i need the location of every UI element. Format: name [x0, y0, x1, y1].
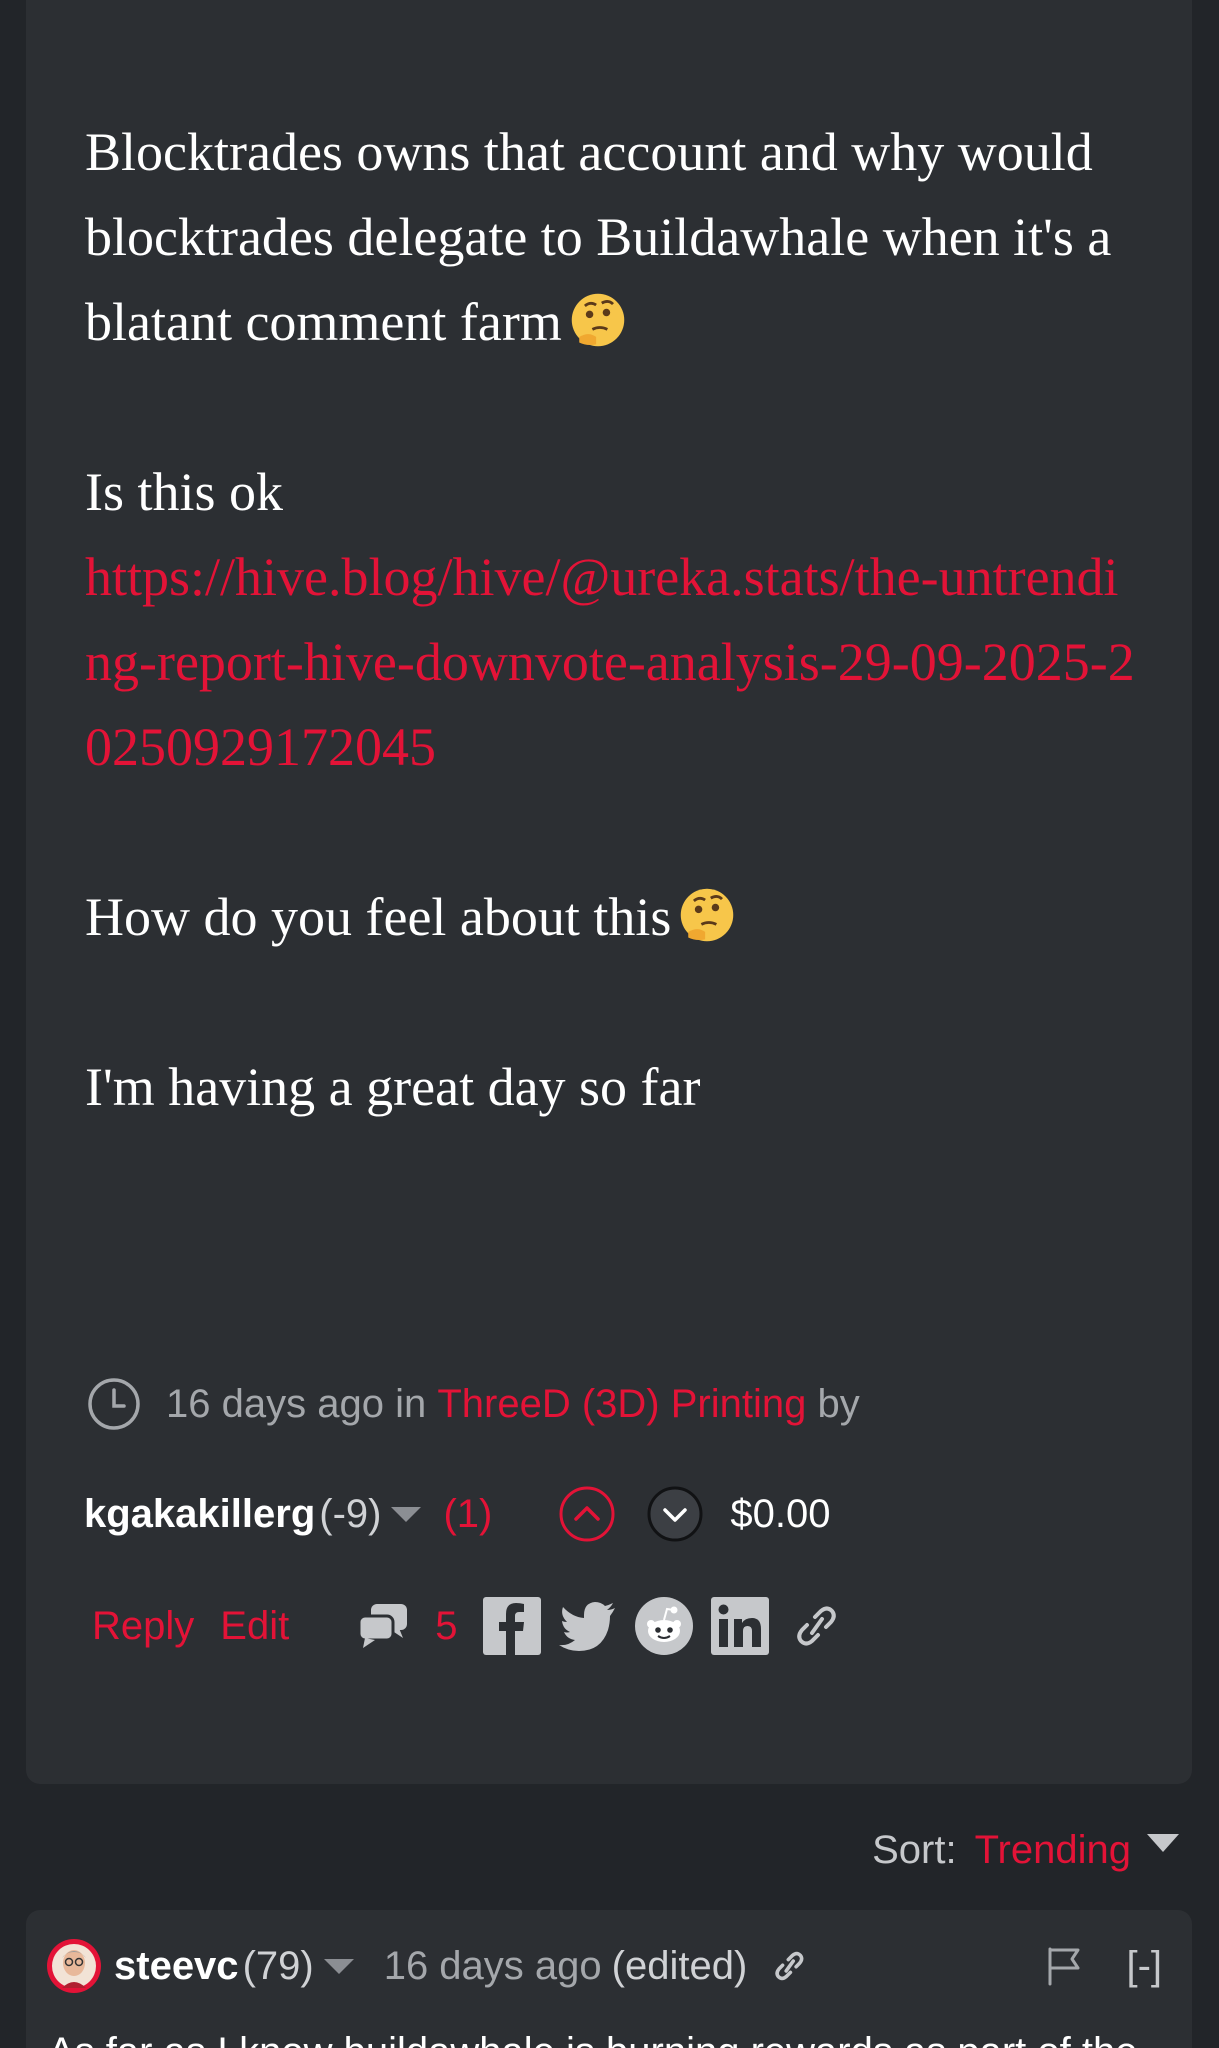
community-link[interactable]: ThreeD (3D) Printing — [437, 1382, 806, 1427]
in-word: in — [395, 1381, 427, 1426]
post-paragraph-text: How do you feel about this — [85, 887, 672, 947]
comment-author-menu-caret-icon[interactable] — [323, 1958, 354, 1974]
post-body: Blocktrades owns that account and why wo… — [85, 110, 1145, 1130]
comment-card: steevc (79) 16 days ago (edited) [-] As … — [26, 1910, 1192, 2048]
post-paragraph: Blocktrades owns that account and why wo… — [85, 110, 1145, 365]
flag-count[interactable]: (1) — [443, 1492, 492, 1537]
sort-control[interactable]: Sort: Trending — [872, 1820, 1179, 1880]
comments-icon[interactable] — [355, 1598, 411, 1654]
comment-time[interactable]: 16 days ago — [384, 1944, 602, 1989]
post-paragraph: I'm having a great day so far — [85, 1045, 1145, 1130]
post-paragraph-text: I'm having a great day so far — [85, 1057, 701, 1117]
comment-header: steevc (79) 16 days ago (edited) [-] — [46, 1930, 1172, 2002]
collapse-toggle[interactable]: [-] — [1126, 1944, 1162, 1989]
upvote-icon[interactable] — [558, 1485, 616, 1543]
comment-edited-label: (edited) — [611, 1943, 748, 1988]
sort-label: Sort: — [872, 1827, 957, 1872]
downvote-icon[interactable] — [646, 1485, 704, 1543]
link-icon[interactable] — [767, 1944, 811, 1988]
post-paragraph: How do you feel about this — [85, 875, 1145, 960]
facebook-icon[interactable] — [481, 1595, 543, 1657]
page: Blocktrades owns that account and why wo… — [0, 0, 1219, 2048]
author-line: kgakakillerg (-9) (1) $0.00 — [84, 1478, 830, 1550]
thinking-face-emoji — [571, 293, 625, 347]
thinking-face-emoji — [681, 888, 734, 942]
comment-author-reputation: (79) — [242, 1943, 314, 1988]
post-external-link[interactable]: https://hive.blog/hive/@ureka.stats/the-… — [85, 547, 1135, 777]
post-time[interactable]: 16 days ago — [166, 1382, 384, 1427]
reddit-icon[interactable] — [633, 1595, 695, 1657]
author-reputation: (-9) — [319, 1491, 382, 1536]
flag-icon[interactable] — [1042, 1944, 1086, 1988]
avatar[interactable] — [46, 1938, 102, 1994]
author-menu-caret-icon[interactable] — [391, 1506, 422, 1522]
post-meta: 16 days ago in ThreeD (3D) Printing by — [86, 1374, 860, 1434]
author-name[interactable]: kgakakillerg — [84, 1492, 315, 1537]
by-word: by — [817, 1381, 860, 1426]
linkedin-icon[interactable] — [709, 1595, 771, 1657]
clock-icon — [88, 1378, 140, 1430]
post-paragraph-text: Is this ok — [85, 462, 284, 522]
post-actions: Reply Edit 5 — [92, 1590, 861, 1662]
edit-button[interactable]: Edit — [220, 1604, 289, 1649]
comment-author[interactable]: steevc — [114, 1944, 239, 1989]
reply-button[interactable]: Reply — [92, 1604, 194, 1649]
twitter-icon[interactable] — [557, 1595, 619, 1657]
chevron-down-icon[interactable] — [1147, 1834, 1179, 1852]
sort-select[interactable]: Trending — [975, 1828, 1131, 1873]
comments-count[interactable]: 5 — [435, 1604, 457, 1649]
payout-value[interactable]: $0.00 — [730, 1492, 830, 1537]
link-icon[interactable] — [785, 1595, 847, 1657]
comment-body: As far as I know buildawhale is burning … — [48, 2022, 1168, 2048]
post-paragraph: Is this ok https://hive.blog/hive/@ureka.… — [85, 450, 1145, 790]
